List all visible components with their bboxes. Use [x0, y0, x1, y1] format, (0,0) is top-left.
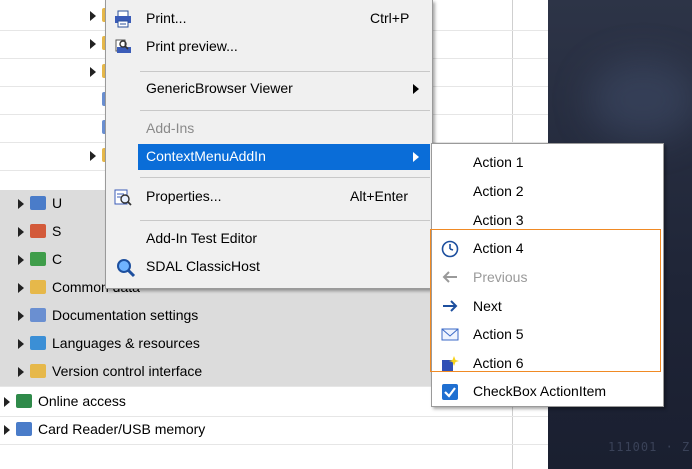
submenu-item-action-6[interactable]: Action 6 [432, 349, 663, 377]
printer-icon [114, 10, 132, 28]
menu-item-contextmenuaddin[interactable]: ContextMenuAddIn [138, 144, 430, 170]
menu-item-label: Add-In Test Editor [146, 230, 258, 246]
menu-item-label: Add-Ins [146, 120, 195, 136]
menu-item-label: SDAL ClassicHost [146, 258, 260, 274]
magnifier-icon [116, 258, 136, 278]
languages-icon [30, 336, 46, 350]
submenu-item-label: Action 5 [473, 326, 524, 342]
menu-item-label: ContextMenuAddIn [146, 148, 266, 164]
background-faint-text: 111001 · Z [608, 440, 691, 454]
menu-item-print-preview[interactable]: Print preview... [106, 34, 432, 60]
tree-row-label: Version control interface [52, 363, 203, 379]
menu-item-label: Print preview... [146, 38, 238, 54]
tree-row-label: Languages & resources [52, 335, 200, 351]
submenu-item-label: Action 4 [473, 240, 524, 256]
submenu-item-label: Action 2 [473, 183, 524, 199]
submenu-item-label: CheckBox ActionItem [473, 383, 607, 399]
expand-triangle-icon[interactable] [18, 311, 24, 321]
sparkle-icon [441, 355, 459, 372]
submenu-item-action-1[interactable]: Action 1 [432, 148, 663, 176]
device-icon [30, 196, 46, 210]
tree-row[interactable]: Card Reader/USB memory [0, 416, 548, 445]
tree-row-label: C [52, 251, 63, 267]
tree-row-label: U [52, 195, 63, 211]
expand-triangle-icon[interactable] [18, 227, 24, 237]
common-data-icon [30, 280, 46, 294]
contextmenuaddin-submenu: Action 1 Action 2 Action 3 Action 4 Previous… [431, 143, 664, 407]
checkbox-checked-icon [441, 383, 459, 400]
submenu-arrow-icon [413, 152, 419, 162]
menu-separator [140, 220, 430, 221]
print-preview-icon [114, 38, 132, 56]
menu-item-properties[interactable]: Properties... Alt+Enter [106, 184, 432, 210]
submenu-item-label: Action 3 [473, 212, 524, 228]
expand-triangle-icon[interactable] [90, 39, 96, 49]
menu-separator [140, 177, 430, 178]
menu-item-print[interactable]: Print... Ctrl+P [106, 6, 432, 32]
expand-triangle-icon[interactable] [90, 151, 96, 161]
expand-triangle-icon[interactable] [18, 367, 24, 377]
clock-icon [441, 240, 459, 258]
expand-triangle-icon[interactable] [4, 397, 10, 407]
arrow-left-icon [441, 269, 459, 285]
menu-item-shortcut: Ctrl+P [370, 10, 410, 26]
properties-icon [114, 188, 132, 206]
arrow-right-icon [441, 298, 459, 314]
network-icon [30, 224, 46, 238]
context-menu: Print... Ctrl+P Print preview... Generic… [105, 0, 433, 289]
expand-triangle-icon[interactable] [4, 425, 10, 435]
cross-reference-icon [30, 252, 46, 266]
submenu-item-previous: Previous [432, 263, 663, 291]
submenu-item-action-3[interactable]: Action 3 [432, 206, 663, 234]
expand-triangle-icon[interactable] [18, 283, 24, 293]
documentation-icon [30, 308, 46, 322]
background-glow [588, 60, 692, 140]
version-control-icon [30, 364, 46, 378]
submenu-item-checkbox-actionitem[interactable]: CheckBox ActionItem [432, 377, 663, 405]
submenu-item-action-5[interactable]: Action 5 [432, 320, 663, 348]
menu-item-label: GenericBrowser Viewer [146, 80, 293, 96]
expand-triangle-icon[interactable] [90, 11, 96, 21]
menu-separator [140, 71, 430, 72]
tree-row-label: S [52, 223, 62, 239]
submenu-item-label: Action 1 [473, 154, 524, 170]
menu-separator [140, 110, 430, 111]
submenu-item-label: Next [473, 298, 502, 314]
menu-item-addin-test-editor[interactable]: Add-In Test Editor [106, 226, 432, 252]
menu-item-genericbrowser-viewer[interactable]: GenericBrowser Viewer [106, 76, 432, 102]
submenu-item-action-4[interactable]: Action 4 [432, 234, 663, 262]
menu-item-shortcut: Alt+Enter [350, 188, 408, 204]
envelope-icon [441, 326, 459, 342]
submenu-item-label: Previous [473, 269, 528, 285]
menu-item-label: Print... [146, 10, 187, 26]
tree-row-label: Documentation settings [52, 307, 199, 323]
tree-row-label: Card Reader/USB memory [38, 421, 206, 437]
expand-triangle-icon[interactable] [18, 199, 24, 209]
submenu-arrow-icon [413, 84, 419, 94]
online-access-icon [16, 394, 32, 408]
expand-triangle-icon[interactable] [18, 339, 24, 349]
menu-item-label: Properties... [146, 188, 222, 204]
card-reader-icon [16, 422, 32, 436]
submenu-item-next[interactable]: Next [432, 292, 663, 320]
submenu-item-action-2[interactable]: Action 2 [432, 177, 663, 205]
expand-triangle-icon[interactable] [18, 255, 24, 265]
menu-item-sdal-classichost[interactable]: SDAL ClassicHost [106, 254, 432, 280]
expand-triangle-icon[interactable] [90, 67, 96, 77]
submenu-item-label: Action 6 [473, 355, 524, 371]
menu-header-add-ins: Add-Ins [106, 116, 432, 142]
tree-row-label: Online access [38, 393, 126, 409]
